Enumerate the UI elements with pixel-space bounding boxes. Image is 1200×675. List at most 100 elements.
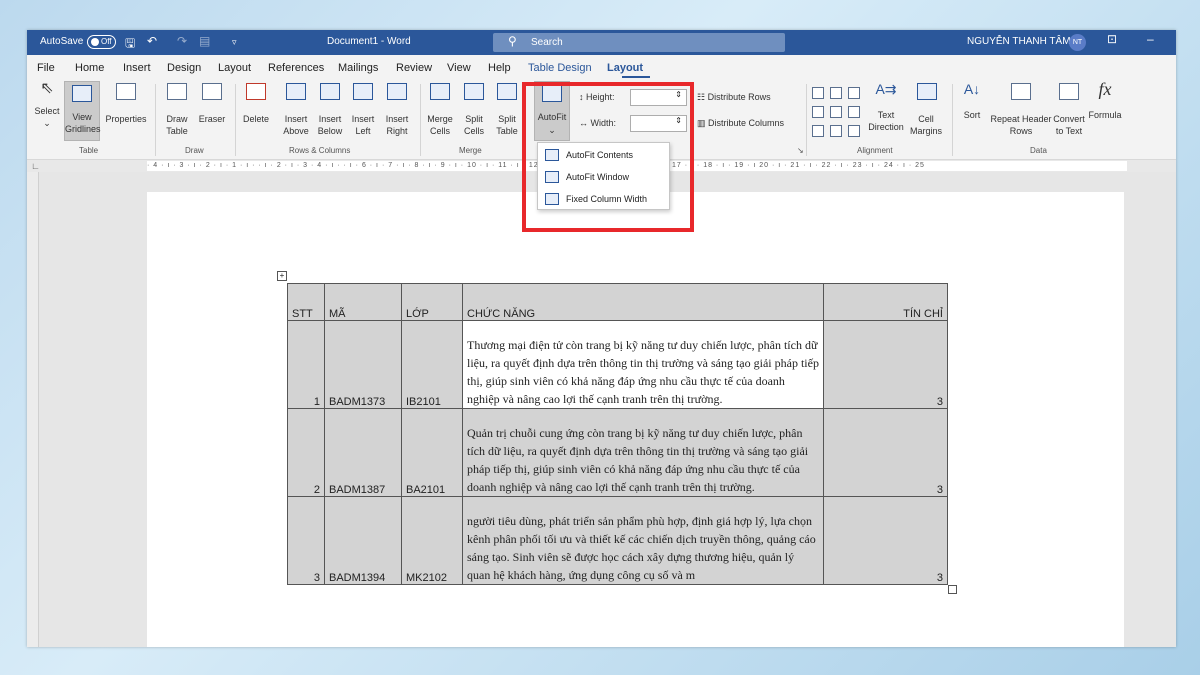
header-lop[interactable]: LỚP bbox=[401, 283, 463, 321]
repeat-header-label: Repeat Header Rows bbox=[990, 114, 1052, 136]
repeat-header-icon bbox=[1011, 83, 1031, 100]
table-resize-handle[interactable] bbox=[948, 585, 957, 594]
ribbon-display-icon[interactable]: ⊡ bbox=[1107, 32, 1117, 46]
align-top-right-icon[interactable] bbox=[848, 87, 860, 99]
tab-home[interactable]: Home bbox=[75, 62, 104, 74]
table-move-handle-icon[interactable]: + bbox=[277, 271, 287, 281]
group-label-data: Data bbox=[1030, 146, 1047, 155]
table-row: 2 BADM1387 BA2101 Quản trị chuỗi cung ứn… bbox=[287, 408, 948, 497]
cell-chuc-nang[interactable]: Thương mại điện tử còn trang bị kỹ năng … bbox=[462, 320, 824, 409]
cell-ma[interactable]: BADM1373 bbox=[324, 320, 402, 409]
table-header-row: STT MÃ LỚP CHỨC NĂNG TÍN CHỈ bbox=[287, 283, 948, 321]
header-tin-chi[interactable]: TÍN CHỈ bbox=[823, 283, 948, 321]
tab-layout[interactable]: Layout bbox=[218, 62, 251, 74]
insert-below-label: Insert Below bbox=[317, 114, 343, 136]
search-box[interactable]: ⚲ Search bbox=[493, 33, 785, 52]
cell-ma[interactable]: BADM1394 bbox=[324, 496, 402, 585]
insert-below-icon bbox=[320, 83, 340, 100]
cell-lop[interactable]: MK2102 bbox=[401, 496, 463, 585]
tab-help[interactable]: Help bbox=[488, 62, 511, 74]
distribute-rows-icon: ☷ bbox=[697, 92, 706, 102]
align-top-left-icon[interactable] bbox=[812, 87, 824, 99]
align-bottom-left-icon[interactable] bbox=[812, 125, 824, 137]
table-row: 3 BADM1394 MK2102 người tiêu dùng, phát … bbox=[287, 496, 948, 585]
merge-cells-icon bbox=[430, 83, 450, 100]
distribute-rows-button[interactable]: ☷ Distribute Rows bbox=[697, 91, 771, 103]
undo-icon[interactable]: ↶ bbox=[147, 34, 157, 48]
insert-right-icon bbox=[387, 83, 407, 100]
view-gridlines-button[interactable]: View Gridlines bbox=[64, 81, 101, 141]
cell-lop[interactable]: BA2101 bbox=[401, 408, 463, 497]
cell-stt[interactable]: 3 bbox=[287, 496, 325, 585]
cell-lop[interactable]: IB2101 bbox=[401, 320, 463, 409]
select-button[interactable]: ⇖ Select ⌄ bbox=[31, 81, 63, 129]
menu-bar: File Home Insert Design Layout Reference… bbox=[27, 55, 1176, 79]
header-ma[interactable]: MÃ bbox=[324, 283, 402, 321]
cell-tin-chi[interactable]: 3 bbox=[823, 496, 948, 585]
tab-insert[interactable]: Insert bbox=[123, 62, 151, 74]
active-tab-underline bbox=[622, 76, 650, 78]
tab-table-design[interactable]: Table Design bbox=[528, 62, 592, 74]
customize-qat-icon[interactable]: ▿ bbox=[232, 37, 237, 48]
view-gridlines-label: View Gridlines bbox=[65, 112, 101, 134]
cell-chuc-nang[interactable]: Quản trị chuỗi cung ứng còn trang bị kỹ … bbox=[462, 408, 824, 497]
align-top-center-icon[interactable] bbox=[830, 87, 842, 99]
save-icon[interactable]: 🖫 bbox=[125, 34, 135, 55]
vertical-ruler[interactable] bbox=[27, 172, 39, 647]
autosave-toggle[interactable]: Off bbox=[87, 35, 116, 49]
text-direction-button[interactable]: A⇉ Text Direction bbox=[867, 82, 905, 133]
align-bottom-right-icon[interactable] bbox=[848, 125, 860, 137]
formula-button[interactable]: fx Formula bbox=[1087, 80, 1123, 121]
cell-margins-icon bbox=[917, 83, 937, 100]
tab-file[interactable]: File bbox=[37, 62, 55, 74]
merge-cells-label: Merge Cells bbox=[427, 114, 453, 136]
group-label-alignment: Alignment bbox=[857, 146, 893, 155]
tab-design[interactable]: Design bbox=[167, 62, 201, 74]
cell-chuc-nang[interactable]: người tiêu dùng, phát triển sản phẩm phù… bbox=[462, 496, 824, 585]
group-label-draw: Draw bbox=[185, 146, 204, 155]
align-center-right-icon[interactable] bbox=[848, 106, 860, 118]
dialog-launcher-icon[interactable]: ↘ bbox=[797, 146, 804, 155]
tab-table-layout[interactable]: Layout bbox=[607, 62, 643, 74]
header-stt[interactable]: STT bbox=[287, 283, 325, 321]
pencil-table-icon bbox=[167, 83, 187, 100]
tab-view[interactable]: View bbox=[447, 62, 471, 74]
tab-review[interactable]: Review bbox=[396, 62, 432, 74]
sort-label: Sort bbox=[963, 110, 981, 120]
highlight-box bbox=[522, 82, 694, 232]
clipboard-icon[interactable]: ▤ bbox=[199, 34, 210, 48]
align-center-left-icon[interactable] bbox=[812, 106, 824, 118]
divider bbox=[155, 84, 156, 156]
convert-text-icon bbox=[1059, 83, 1079, 100]
search-icon: ⚲ bbox=[508, 34, 517, 48]
divider bbox=[806, 84, 807, 156]
cell-margins-label: Cell Margins bbox=[909, 114, 942, 136]
tab-mailings[interactable]: Mailings bbox=[338, 62, 378, 74]
sort-button[interactable]: A↓ Sort bbox=[957, 82, 987, 121]
cell-tin-chi[interactable]: 3 bbox=[823, 408, 948, 497]
minimize-icon[interactable]: – bbox=[1147, 32, 1154, 46]
search-placeholder: Search bbox=[531, 37, 563, 48]
distribute-columns-icon: ▥ bbox=[697, 118, 706, 128]
redo-icon[interactable]: ↷ bbox=[177, 34, 187, 48]
divider bbox=[952, 84, 953, 156]
properties-icon bbox=[116, 83, 136, 100]
cell-ma[interactable]: BADM1387 bbox=[324, 408, 402, 497]
cell-stt[interactable]: 1 bbox=[287, 320, 325, 409]
tab-references[interactable]: References bbox=[268, 62, 324, 74]
cell-stt[interactable]: 2 bbox=[287, 408, 325, 497]
draw-table-label: Draw Table bbox=[166, 114, 188, 136]
avatar[interactable]: NT bbox=[1069, 34, 1086, 51]
split-table-icon bbox=[497, 83, 517, 100]
data-table[interactable]: STT MÃ LỚP CHỨC NĂNG TÍN CHỈ 1 BADM1373 … bbox=[287, 283, 948, 585]
distribute-columns-button[interactable]: ▥ Distribute Columns bbox=[697, 117, 784, 129]
table-row: 1 BADM1373 IB2101 Thương mại điện tử còn… bbox=[287, 320, 948, 409]
cell-tin-chi[interactable]: 3 bbox=[823, 320, 948, 409]
insert-left-label: Insert Left bbox=[351, 114, 375, 136]
user-name[interactable]: NGUYỄN THANH TÂM bbox=[967, 36, 1071, 47]
autosave-label: AutoSave bbox=[40, 36, 84, 47]
tab-selector-icon[interactable]: ∟ bbox=[31, 161, 40, 171]
align-center-icon[interactable] bbox=[830, 106, 842, 118]
header-chuc-nang[interactable]: CHỨC NĂNG bbox=[462, 283, 824, 321]
align-bottom-center-icon[interactable] bbox=[830, 125, 842, 137]
